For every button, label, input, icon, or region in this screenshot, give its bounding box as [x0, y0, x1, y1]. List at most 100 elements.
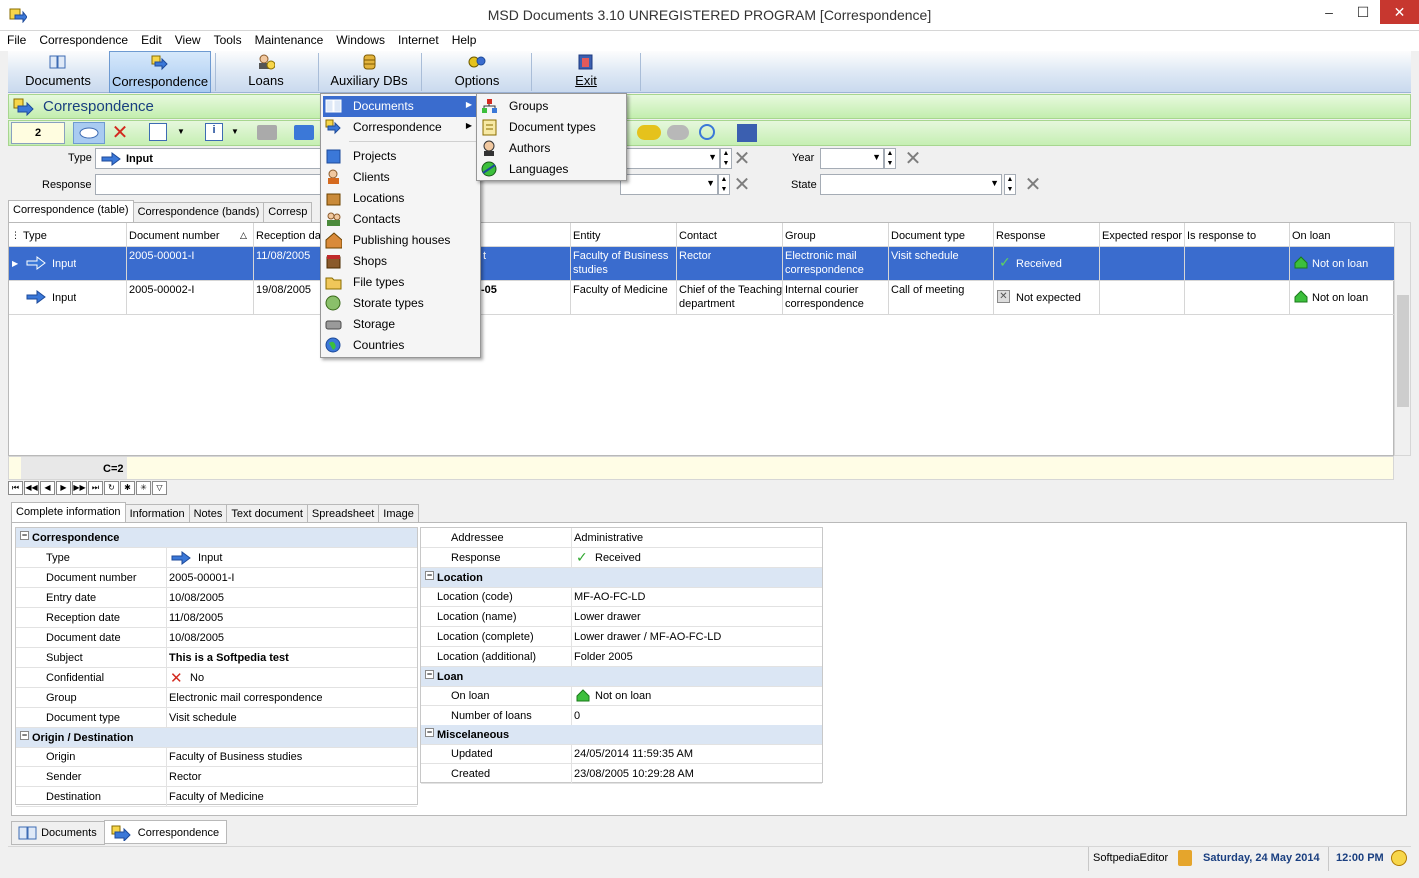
tab-complete-information[interactable]: Complete information: [11, 502, 126, 524]
next-page-button[interactable]: ▶▶: [72, 481, 87, 495]
insert-button[interactable]: ✱: [120, 481, 135, 495]
clear-icon[interactable]: ✕: [733, 175, 751, 195]
tab-correspondence-bands[interactable]: Correspondence (bands): [132, 202, 265, 222]
menu-tools[interactable]: Tools: [207, 31, 248, 47]
group-header-location[interactable]: − Location: [421, 568, 822, 588]
exit-door-icon[interactable]: [737, 124, 757, 142]
correspondence-button[interactable]: Correspondence: [109, 51, 211, 93]
tab-image[interactable]: Image: [378, 504, 419, 524]
type-field[interactable]: Input: [95, 148, 321, 169]
maximize-button[interactable]: ☐: [1346, 0, 1380, 24]
grid-scrollbar[interactable]: [1394, 222, 1411, 456]
column-menu-icon[interactable]: ⋮: [11, 230, 20, 241]
group-header-origin[interactable]: − Origin / Destination: [16, 728, 417, 748]
menu-item-countries[interactable]: Countries: [323, 335, 478, 356]
prior-record-button[interactable]: ◀: [40, 481, 55, 495]
delete-icon[interactable]: ✕: [109, 122, 131, 144]
col-document-type[interactable]: Document type: [891, 230, 965, 242]
auxiliary-dbs-button[interactable]: Auxiliary DBs: [323, 51, 415, 93]
table-row[interactable]: ▶ Input 2005-00001-I 11/08/2005 t Facult…: [9, 247, 1395, 281]
menu-item-file-types[interactable]: File types: [323, 272, 478, 293]
menu-help[interactable]: Help: [445, 31, 483, 47]
chevron-down-icon[interactable]: ▼: [177, 127, 185, 136]
menu-item-shops[interactable]: Shops: [323, 251, 478, 272]
response-field[interactable]: [95, 174, 321, 195]
menu-windows[interactable]: Windows: [329, 31, 391, 47]
year-field[interactable]: ▼: [820, 148, 884, 169]
col-entity[interactable]: Entity: [573, 230, 601, 242]
clear-icon[interactable]: ✕: [904, 149, 922, 169]
close-button[interactable]: ✕: [1380, 0, 1419, 24]
spinner[interactable]: ▲ ▼: [718, 174, 730, 195]
exit-button[interactable]: Exit: [536, 51, 636, 93]
col-type[interactable]: Type: [23, 230, 47, 242]
tab-text-document[interactable]: Text document: [226, 504, 308, 524]
menu-item-documents[interactable]: Documents ▶: [323, 96, 478, 117]
cloud-icon[interactable]: [667, 125, 689, 140]
filter-field-b[interactable]: ▼: [620, 174, 718, 195]
col-group[interactable]: Group: [785, 230, 816, 242]
group-header-correspondence[interactable]: − Correspondence: [16, 528, 417, 548]
loans-button[interactable]: Loans: [220, 51, 312, 93]
options-button[interactable]: Options: [428, 51, 526, 93]
menu-item-locations[interactable]: Locations: [323, 188, 478, 209]
table-row[interactable]: Input 2005-00002-I 19/08/2005 -05 Facult…: [9, 281, 1395, 315]
menu-item-storage[interactable]: Storage: [323, 314, 478, 335]
window-tab-correspondence[interactable]: Correspondence: [103, 820, 228, 844]
menu-internet[interactable]: Internet: [391, 31, 445, 47]
refresh-button[interactable]: ↻: [104, 481, 119, 495]
scrollbar-thumb[interactable]: [1397, 295, 1409, 407]
clear-button[interactable]: ✳: [136, 481, 151, 495]
menu-item-projects[interactable]: Projects: [323, 146, 478, 167]
menu-file[interactable]: File: [0, 31, 32, 47]
spinner[interactable]: ▲ ▼: [720, 148, 732, 169]
group-header-loan[interactable]: − Loan: [421, 667, 822, 687]
last-record-button[interactable]: ⏭: [88, 481, 103, 495]
window-tab-documents[interactable]: Documents: [11, 821, 105, 845]
filter-icon[interactable]: ▽: [152, 481, 167, 495]
col-is-response-to[interactable]: Is response to: [1187, 230, 1256, 242]
menu-item-authors[interactable]: Authors: [479, 138, 624, 159]
clear-icon[interactable]: ✕: [733, 149, 751, 169]
spinner[interactable]: ▲ ▼: [1004, 174, 1016, 195]
tab-information[interactable]: Information: [124, 504, 190, 524]
menu-item-languages[interactable]: Languages: [479, 159, 624, 180]
documents-button[interactable]: Documents: [12, 51, 104, 93]
tab-spreadsheet[interactable]: Spreadsheet: [306, 504, 380, 524]
computer-icon[interactable]: [294, 125, 314, 140]
search-icon[interactable]: [699, 124, 715, 140]
col-response[interactable]: Response: [996, 230, 1046, 242]
record-counter[interactable]: 2: [11, 122, 65, 144]
link-icon[interactable]: [637, 125, 661, 140]
prior-page-button[interactable]: ◀◀: [24, 481, 39, 495]
tab-correspondence-table[interactable]: Correspondence (table): [8, 200, 134, 222]
col-document-number[interactable]: Document number: [129, 230, 220, 242]
spinner[interactable]: ▲ ▼: [884, 148, 896, 169]
menu-item-clients[interactable]: Clients: [323, 167, 478, 188]
filter-field-a[interactable]: ▼: [620, 148, 720, 169]
col-expected-response[interactable]: Expected respor: [1102, 230, 1184, 242]
menu-maintenance[interactable]: Maintenance: [248, 31, 330, 47]
menu-edit[interactable]: Edit: [134, 31, 168, 47]
menu-item-groups[interactable]: Groups: [479, 96, 624, 117]
menu-item-storate-types[interactable]: Storate types: [323, 293, 478, 314]
menu-item-contacts[interactable]: Contacts: [323, 209, 478, 230]
group-header-misc[interactable]: − Miscelaneous: [421, 725, 822, 745]
clear-icon[interactable]: ✕: [1024, 175, 1042, 195]
menu-correspondence[interactable]: Correspondence: [32, 31, 134, 47]
next-record-button[interactable]: ▶: [56, 481, 71, 495]
state-field[interactable]: ▼: [820, 174, 1002, 195]
folder-icon[interactable]: [257, 125, 277, 140]
menu-item-correspondence[interactable]: Correspondence ▶: [323, 117, 478, 138]
menu-view[interactable]: View: [168, 31, 207, 47]
handshake-button[interactable]: [73, 122, 105, 144]
tab-notes[interactable]: Notes: [188, 504, 228, 524]
edit-icon[interactable]: [149, 123, 167, 141]
menu-item-publishing-houses[interactable]: Publishing houses: [323, 230, 478, 251]
first-record-button[interactable]: ⏮: [8, 481, 23, 495]
col-on-loan[interactable]: On loan: [1292, 230, 1331, 242]
col-contact[interactable]: Contact: [679, 230, 717, 242]
menu-item-document-types[interactable]: Document types: [479, 117, 624, 138]
minimize-button[interactable]: –: [1312, 0, 1346, 24]
tab-correspondence-other[interactable]: Corresp: [263, 202, 313, 222]
